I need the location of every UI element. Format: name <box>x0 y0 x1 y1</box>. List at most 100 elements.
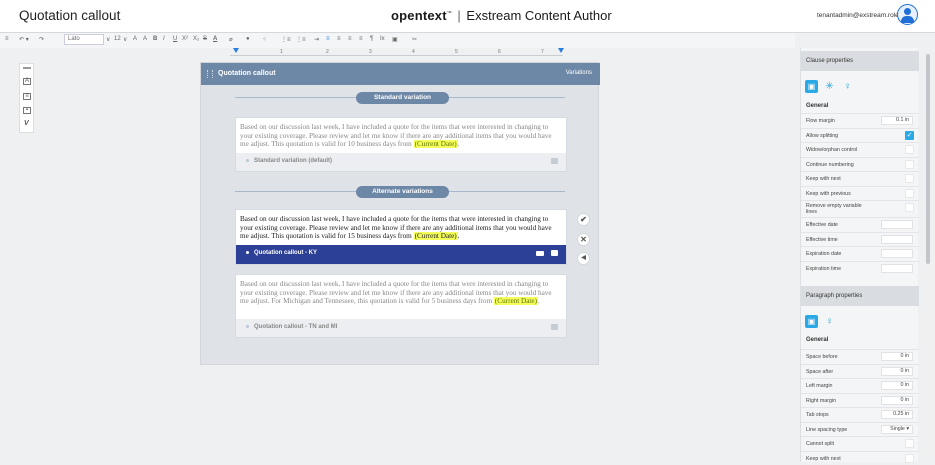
paragraph-marks-icon[interactable]: ¶ <box>370 36 373 42</box>
checkbox-checked[interactable]: ✓ <box>905 130 914 140</box>
drag-handle-icon[interactable] <box>207 70 213 78</box>
checkbox[interactable] <box>905 203 914 212</box>
brand-name: opentext <box>391 8 447 23</box>
property-value-input[interactable] <box>881 249 913 258</box>
snippet-icon[interactable]: ⁘ <box>262 36 267 43</box>
left-indent-marker[interactable] <box>233 48 239 53</box>
align-left-icon[interactable]: ≡ <box>326 36 330 42</box>
property-value-input[interactable]: 0 in <box>881 395 913 405</box>
right-indent-marker[interactable] <box>558 48 564 53</box>
tab-accessibility-icon[interactable]: ♀ <box>841 80 854 93</box>
variations-link[interactable]: Variations <box>566 70 592 76</box>
collapse-arrow-icon[interactable]: ◀ <box>577 252 590 265</box>
property-row: Effective time <box>801 231 919 246</box>
tag-icon[interactable] <box>536 251 544 256</box>
redo-icon[interactable]: ↷ <box>39 36 44 43</box>
comment-icon[interactable] <box>551 250 558 256</box>
justify-icon[interactable]: ≡ <box>359 36 363 42</box>
clear-format-icon[interactable]: ⌀ <box>229 36 233 43</box>
property-label: Flow margin <box>806 118 835 124</box>
table-icon[interactable]: ▣ <box>392 36 398 43</box>
property-value-input[interactable] <box>881 234 913 244</box>
property-value-input[interactable]: 0 in <box>881 381 913 390</box>
avatar[interactable] <box>897 4 918 25</box>
font-size-select[interactable]: 12 <box>114 36 121 42</box>
property-value-input[interactable]: Single ▾ <box>881 424 913 434</box>
property-row: Line spacing type Single ▾ <box>801 421 919 436</box>
accept-icon[interactable]: ✔ <box>577 213 590 226</box>
current-date-variable[interactable]: (Current Date) <box>413 232 458 241</box>
property-value-input[interactable]: 0 in <box>881 366 913 376</box>
close-icon[interactable]: ✕ <box>577 233 590 246</box>
variation-card[interactable]: Based on our discussion last week, I hav… <box>235 274 567 338</box>
variation-footer[interactable]: Quotation callout - TN and MI <box>236 319 566 337</box>
checkbox[interactable] <box>905 145 914 154</box>
align-center-icon[interactable]: ≡ <box>337 36 341 42</box>
clause-text[interactable]: Based on our discussion last week, I hav… <box>240 123 562 149</box>
scroll-thumb[interactable] <box>926 54 930 264</box>
property-value-input[interactable]: 0.1 in <box>881 116 913 125</box>
bullet-list-icon[interactable]: ⋮≡ <box>281 36 291 43</box>
variation-footer[interactable]: Quotation callout - KY <box>236 245 566 264</box>
property-row: Allow splitting ✓ <box>801 127 919 142</box>
current-date-variable[interactable]: (Current Date) <box>413 140 458 149</box>
variable-icon[interactable]: V <box>24 120 29 127</box>
tab-accessibility-icon[interactable]: ♀ <box>823 315 836 328</box>
active-variation-card[interactable]: Based on our discussion last week, I hav… <box>235 209 567 265</box>
tab-snowflake-icon[interactable]: ✳ <box>823 80 836 93</box>
menu-icon[interactable]: ≡ <box>5 36 9 42</box>
standard-variation-card[interactable]: Based on our discussion last week, I hav… <box>235 117 567 172</box>
comment-icon[interactable] <box>551 324 558 330</box>
indent-icon[interactable]: ⇥ <box>314 36 319 43</box>
table-icon[interactable]: ≡ <box>23 93 31 100</box>
checkbox[interactable] <box>905 174 914 183</box>
tab-general-icon[interactable]: ▣ <box>805 80 818 93</box>
underline-icon[interactable]: U <box>173 36 177 42</box>
checkbox[interactable] <box>905 159 914 169</box>
drag-handle-icon[interactable] <box>23 67 31 69</box>
bold-icon[interactable]: B <box>153 36 157 42</box>
strikethrough-icon[interactable]: S <box>203 36 207 42</box>
font-color-icon[interactable]: A <box>213 36 217 42</box>
decrease-font-icon[interactable]: A <box>143 36 147 42</box>
numbered-list-icon[interactable]: ⋮≡ <box>296 36 306 43</box>
property-row: Keep with next <box>801 171 919 185</box>
insert-object-icon[interactable]: ● <box>246 36 250 42</box>
ruler-mark: 1 <box>280 49 283 55</box>
clause-properties-header[interactable]: Clause properties <box>801 51 919 71</box>
italic-icon[interactable]: I <box>163 36 165 42</box>
align-right-icon[interactable]: ≡ <box>348 36 352 42</box>
clause-text[interactable]: Based on our discussion last week, I hav… <box>240 280 562 306</box>
variation-footer[interactable]: Standard variation (default) <box>236 153 566 171</box>
property-value-input[interactable]: 0.25 in <box>881 410 913 419</box>
chevron-down-icon[interactable]: ∨ <box>106 36 110 43</box>
undo-icon[interactable]: ↶ ▾ <box>19 36 29 43</box>
clause-text[interactable]: Based on our discussion last week, I hav… <box>240 215 562 241</box>
clear-formatting-icon[interactable]: Ix <box>380 36 385 42</box>
property-row: Tab stops 0.25 in <box>801 407 919 421</box>
tab-general-icon[interactable]: ▣ <box>805 315 818 328</box>
property-value-input[interactable] <box>881 263 913 273</box>
font-family-select[interactable]: Lato <box>64 34 104 45</box>
paragraph-property-tabs: ▣ ♀ <box>805 313 915 333</box>
chevron-down-icon[interactable]: ∨ <box>123 36 127 43</box>
superscript-icon[interactable]: X² <box>182 36 188 42</box>
scrollbar[interactable] <box>925 48 931 462</box>
brand-logo: opentext™ | Exstream Content Author <box>391 8 612 23</box>
text-box-icon[interactable]: A <box>23 78 31 85</box>
paragraph-properties-header[interactable]: Paragraph properties <box>801 286 919 306</box>
current-date-variable[interactable]: (Current Date) <box>493 297 538 306</box>
subscript-icon[interactable]: X₂ <box>193 36 199 42</box>
checkbox[interactable] <box>905 453 914 463</box>
increase-font-icon[interactable]: A <box>133 36 137 42</box>
property-row: Right margin 0 in <box>801 392 919 407</box>
cut-icon[interactable]: ✂ <box>412 36 417 43</box>
property-value-input[interactable] <box>881 220 913 229</box>
checkbox[interactable] <box>905 439 914 448</box>
image-icon[interactable]: ▪ <box>23 107 31 114</box>
user-email[interactable]: tenantadmin@exstream.role <box>817 12 899 19</box>
property-value-input[interactable]: 0 in <box>881 352 913 361</box>
checkbox[interactable] <box>905 188 914 198</box>
comment-icon[interactable] <box>551 158 558 164</box>
property-row: Left margin 0 in <box>801 378 919 392</box>
